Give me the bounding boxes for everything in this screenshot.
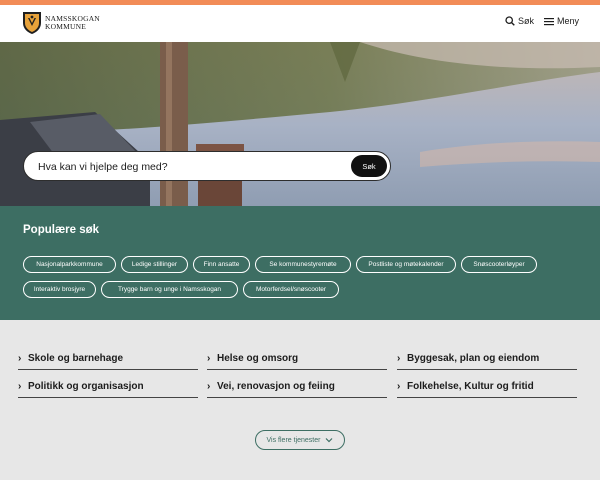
hero-search-box[interactable]: Hva kan vi hjelpe deg med? Søk — [23, 151, 391, 181]
hamburger-menu-icon — [544, 17, 554, 25]
hero-banner: Hva kan vi hjelpe deg med? Søk — [0, 42, 600, 206]
header-search-label: Søk — [518, 16, 535, 26]
service-link-label: Vei, renovasjon og feiing — [217, 381, 335, 392]
popular-chip[interactable]: Postliste og møtekalender — [356, 256, 456, 273]
service-link[interactable]: › Vei, renovasjon og feiing — [207, 376, 387, 398]
service-link[interactable]: › Helse og omsorg — [207, 348, 387, 370]
hero-search-input[interactable]: Hva kan vi hjelpe deg med? — [38, 161, 168, 173]
show-more-services-button[interactable]: Vis flere tjenester — [255, 430, 345, 450]
chevron-right-icon: › — [397, 353, 401, 364]
municipality-logo[interactable]: NAMSSKOGAN KOMMUNE — [22, 11, 100, 35]
popular-chip[interactable]: Ledige stillinger — [121, 256, 188, 273]
chevron-right-icon: › — [18, 353, 22, 364]
service-link[interactable]: › Skole og barnehage — [18, 348, 198, 370]
service-link-label: Politikk og organisasjon — [28, 381, 144, 392]
header-menu-label: Meny — [557, 16, 580, 26]
service-link[interactable]: › Folkehelse, Kultur og fritid — [397, 376, 577, 398]
popular-searches-title: Populære søk — [23, 224, 100, 236]
header-search-button[interactable]: Søk — [505, 16, 534, 26]
popular-chip[interactable]: Snøscooterløyper — [461, 256, 537, 273]
chevron-right-icon: › — [207, 381, 211, 392]
popular-chip[interactable]: Interaktiv brosjyre — [23, 281, 96, 298]
popular-chip[interactable]: Motorferdsel/snøscooter — [243, 281, 339, 298]
popular-chip[interactable]: Nasjonalparkkommune — [23, 256, 116, 273]
chevron-right-icon: › — [397, 381, 401, 392]
search-icon — [505, 16, 515, 26]
service-link[interactable]: › Byggesak, plan og eiendom — [397, 348, 577, 370]
service-link-label: Byggesak, plan og eiendom — [407, 353, 540, 364]
hero-lake-photo — [0, 42, 600, 206]
show-more-label: Vis flere tjenester — [266, 436, 321, 444]
site-header: NAMSSKOGAN KOMMUNE Søk Meny — [0, 5, 600, 42]
crest-icon — [23, 12, 41, 34]
service-link[interactable]: › Politikk og organisasjon — [18, 376, 198, 398]
chevron-down-icon — [326, 438, 333, 443]
chevron-right-icon: › — [207, 353, 211, 364]
services-section: › Skole og barnehage › Helse og omsorg ›… — [0, 320, 600, 480]
popular-chip[interactable]: Finn ansatte — [193, 256, 250, 273]
popular-chip[interactable]: Trygge barn og unge i Namsskogan — [101, 281, 238, 298]
chevron-right-icon: › — [18, 381, 22, 392]
hero-search-submit-button[interactable]: Søk — [351, 155, 387, 177]
popular-chip[interactable]: Se kommunestyremøte — [255, 256, 351, 273]
service-link-label: Folkehelse, Kultur og fritid — [407, 381, 534, 392]
popular-searches-section: Populære søk Nasjonalparkkommune Ledige … — [0, 206, 600, 320]
service-link-label: Helse og omsorg — [217, 353, 299, 364]
service-link-label: Skole og barnehage — [28, 353, 124, 364]
logo-line-2: KOMMUNE — [45, 22, 86, 31]
header-menu-button[interactable]: Meny — [544, 16, 579, 26]
